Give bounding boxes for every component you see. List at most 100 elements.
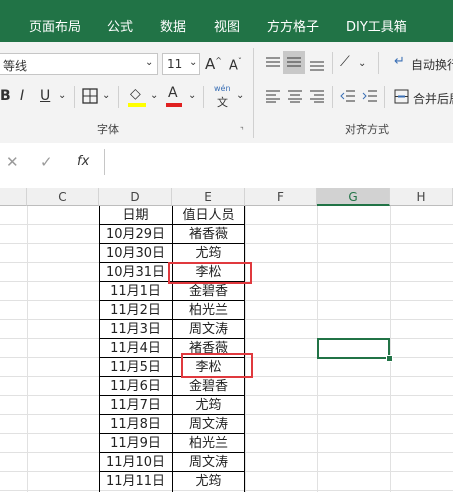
highlight-box [181, 353, 253, 378]
corner-header[interactable] [0, 188, 27, 206]
grow-font-button[interactable]: A^ [205, 55, 222, 73]
col-line [27, 206, 28, 492]
chevron-down-icon[interactable]: ⌄ [189, 57, 197, 68]
worksheet-grid: C D E F G H 日期 值日人员 10月29日 褚香薇 10月30日 尤筠… [0, 188, 453, 492]
col-line [245, 206, 246, 492]
tab-data[interactable]: 数据 [160, 16, 186, 35]
tab-diy-toolbox[interactable]: DIY工具箱 [346, 16, 407, 35]
font-color-icon[interactable]: A [168, 85, 178, 101]
borders-icon[interactable] [82, 88, 98, 104]
date-cell[interactable]: 11月9日 [99, 434, 172, 453]
underline-button[interactable]: U [40, 88, 50, 104]
fill-handle[interactable] [386, 355, 393, 362]
tab-fangfang-gezi[interactable]: 方方格子 [267, 16, 319, 35]
align-top-icon[interactable] [265, 56, 281, 70]
header-cell-person[interactable]: 值日人员 [172, 206, 245, 225]
chevron-down-icon[interactable]: ⌄ [150, 90, 158, 101]
person-cell[interactable]: 周文涛 [172, 415, 245, 434]
enter-icon[interactable]: ✓ [40, 153, 53, 171]
chevron-down-icon[interactable]: ⌄ [358, 58, 366, 69]
title-strip [0, 0, 453, 10]
wrap-text-button[interactable]: 自动换行 [411, 56, 453, 73]
date-cell[interactable]: 11月8日 [99, 415, 172, 434]
formula-bar: ✕ ✓ fx [0, 143, 453, 189]
date-cell[interactable]: 10月31日 [99, 263, 172, 282]
chevron-down-icon[interactable]: ⌄ [188, 90, 196, 101]
person-cell[interactable]: 周文涛 [172, 453, 245, 472]
chevron-down-icon[interactable]: ⌄ [145, 57, 153, 68]
date-cell[interactable]: 11月10日 [99, 453, 172, 472]
align-bottom-icon[interactable] [309, 60, 325, 74]
dialog-launcher-icon[interactable]: ⌝ [240, 126, 244, 135]
tab-view[interactable]: 视图 [214, 16, 240, 35]
align-left-icon[interactable] [265, 89, 281, 103]
alignment-group-label: 对齐方式 [345, 123, 389, 136]
person-cell[interactable]: 尤筠 [172, 472, 245, 491]
separator [118, 86, 119, 108]
person-cell[interactable]: 金碧香 [172, 377, 245, 396]
align-middle-button[interactable] [283, 51, 305, 74]
date-cell[interactable]: 11月6日 [99, 377, 172, 396]
font-size-box[interactable]: 11 ⌄ [162, 53, 200, 75]
chevron-down-icon[interactable]: ⌄ [236, 90, 244, 101]
highlight-box [168, 262, 252, 284]
fill-color-icon[interactable]: ◇ [130, 86, 141, 102]
header-cell-date[interactable]: 日期 [99, 206, 172, 225]
date-cell[interactable]: 11月11日 [99, 472, 172, 491]
person-cell[interactable]: 褚香薇 [172, 225, 245, 244]
wrap-text-icon[interactable]: ↵ [394, 54, 405, 69]
separator [332, 52, 333, 74]
col-line [390, 206, 391, 492]
date-cell[interactable]: 11月7日 [99, 396, 172, 415]
date-cell[interactable]: 11月4日 [99, 339, 172, 358]
font-color-swatch [166, 103, 182, 107]
shrink-font-button[interactable]: Aˇ [229, 57, 242, 73]
separator [378, 52, 379, 74]
shrink-font-label: A [229, 58, 238, 74]
ribbon: 等线 ⌄ 11 ⌄ A^ Aˇ B I U ⌄ ⌄ ◇ ⌄ A ⌄ wén 文 … [0, 42, 453, 144]
date-cell[interactable]: 10月30日 [99, 244, 172, 263]
merge-center-icon[interactable] [394, 89, 409, 104]
chevron-down-icon[interactable]: ⌄ [58, 90, 66, 101]
ribbon-tab-bar: 页面布局 公式 数据 视图 方方格子 DIY工具箱 [0, 10, 453, 42]
decrease-indent-icon[interactable] [340, 89, 356, 103]
bold-button[interactable]: B [0, 88, 11, 104]
align-center-icon[interactable] [287, 89, 303, 103]
fill-color-swatch [128, 103, 146, 107]
italic-button[interactable]: I [20, 88, 24, 104]
date-cell[interactable]: 11月1日 [99, 282, 172, 301]
phonetic-guide-top[interactable]: wén [214, 84, 231, 93]
separator [203, 86, 204, 108]
font-size-value: 11 [167, 57, 183, 71]
cancel-icon[interactable]: ✕ [6, 153, 19, 171]
date-cell[interactable]: 10月29日 [99, 225, 172, 244]
date-cell[interactable]: 11月5日 [99, 358, 172, 377]
date-cell[interactable]: 11月2日 [99, 301, 172, 320]
column-header-f[interactable]: F [245, 188, 317, 206]
person-cell[interactable]: 尤筠 [172, 396, 245, 415]
person-cell[interactable]: 柏光兰 [172, 434, 245, 453]
font-name-box[interactable]: 等线 ⌄ [0, 53, 158, 75]
active-cell-selection[interactable] [317, 338, 390, 359]
merge-center-button[interactable]: 合并后居 [413, 90, 453, 107]
column-header-h[interactable]: H [390, 188, 453, 206]
separator [74, 86, 75, 108]
column-header-e[interactable]: E [172, 188, 245, 206]
tab-page-layout[interactable]: 页面布局 [29, 16, 81, 35]
person-cell[interactable]: 尤筠 [172, 244, 245, 263]
column-header-d[interactable]: D [99, 188, 172, 206]
tab-formulas[interactable]: 公式 [107, 16, 133, 35]
chevron-down-icon[interactable]: ⌄ [102, 90, 110, 101]
date-cell[interactable]: 11月3日 [99, 320, 172, 339]
phonetic-guide-bottom[interactable]: 文 [217, 94, 228, 110]
orientation-icon[interactable]: ⟋ [340, 54, 350, 70]
insert-function-icon[interactable]: fx [77, 154, 89, 169]
column-header-g[interactable]: G [317, 188, 390, 206]
column-header-c[interactable]: C [27, 188, 99, 206]
person-cell[interactable]: 金碧香 [172, 282, 245, 301]
separator [384, 86, 385, 108]
person-cell[interactable]: 柏光兰 [172, 301, 245, 320]
person-cell[interactable]: 周文涛 [172, 320, 245, 339]
align-right-icon[interactable] [309, 89, 325, 103]
increase-indent-icon[interactable] [362, 89, 378, 103]
